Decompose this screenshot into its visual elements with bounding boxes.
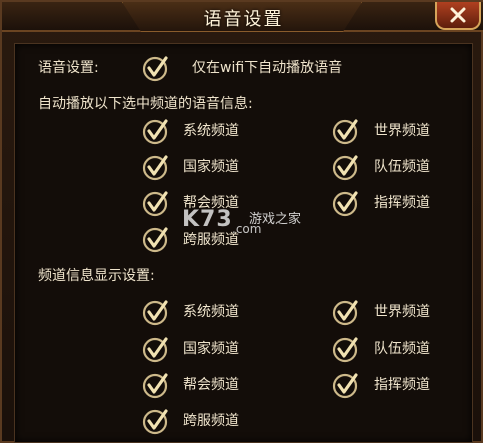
close-icon [450,7,466,23]
voice-setting-label: 语音设置: [38,60,99,76]
auto-play-cross-server-label: 跨服频道 [183,232,239,248]
checkmark-icon [332,119,358,145]
checkmark-icon [332,373,358,399]
display-command-checkbox[interactable] [332,371,360,399]
display-nation-checkbox[interactable] [142,335,170,363]
checkmark-icon [142,56,168,82]
checkmark-icon [332,337,358,363]
wifi-only-label: 仅在wifi下自动播放语音 [192,60,343,76]
checkmark-icon [142,337,168,363]
auto-play-cross-server-checkbox[interactable] [142,225,170,253]
auto-play-team-checkbox[interactable] [332,153,360,181]
checkmark-icon [142,119,168,145]
auto-play-guild-checkbox[interactable] [142,189,170,217]
display-nation-label: 国家频道 [183,341,239,357]
voice-settings-window: 语音设置 语音设置: 仅在wifi下自动播放语音 自动播放以下选中频道的语音信息… [0,0,483,443]
display-guild-checkbox[interactable] [142,371,170,399]
checkmark-icon [332,300,358,326]
display-system-label: 系统频道 [183,304,239,320]
checkmark-icon [142,373,168,399]
auto-play-nation-label: 国家频道 [183,159,239,175]
display-world-label: 世界频道 [374,304,430,320]
auto-play-team-label: 队伍频道 [374,159,430,175]
checkmark-icon [142,409,168,435]
display-heading: 频道信息显示设置: [38,268,155,284]
auto-play-world-checkbox[interactable] [332,117,360,145]
checkmark-icon [332,191,358,217]
auto-play-heading: 自动播放以下选中频道的语音信息: [38,96,253,112]
wifi-only-checkbox[interactable] [142,54,170,82]
display-command-label: 指挥频道 [374,377,430,393]
display-cross-server-checkbox[interactable] [142,407,170,435]
checkmark-icon [142,227,168,253]
auto-play-nation-checkbox[interactable] [142,153,170,181]
auto-play-world-label: 世界频道 [374,123,430,139]
display-guild-label: 帮会频道 [183,377,239,393]
checkmark-icon [142,191,168,217]
auto-play-system-checkbox[interactable] [142,117,170,145]
checkmark-icon [142,155,168,181]
display-team-checkbox[interactable] [332,335,360,363]
watermark-domain: .com [232,222,262,236]
checkmark-icon [332,155,358,181]
checkmark-icon [142,300,168,326]
display-team-label: 队伍频道 [374,341,430,357]
display-system-checkbox[interactable] [142,298,170,326]
close-button[interactable] [435,2,481,30]
auto-play-system-label: 系统频道 [183,123,239,139]
auto-play-command-label: 指挥频道 [374,195,430,211]
title-bar: 语音设置 [2,2,483,32]
auto-play-command-checkbox[interactable] [332,189,360,217]
display-cross-server-label: 跨服频道 [183,413,239,429]
watermark-logo: K73 [182,207,233,232]
display-world-checkbox[interactable] [332,298,360,326]
window-title: 语音设置 [203,9,284,30]
